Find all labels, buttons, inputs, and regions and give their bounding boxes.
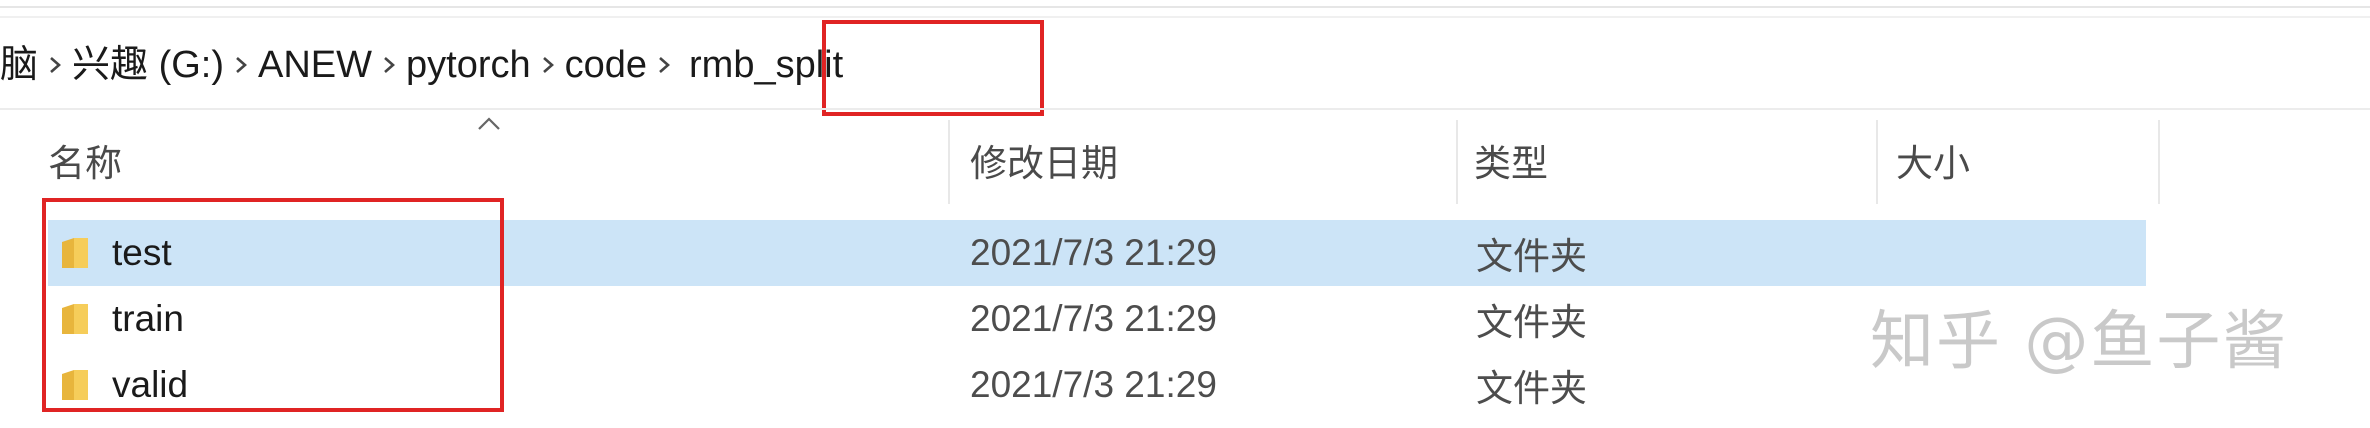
file-modified: 2021/7/3 21:29 — [970, 298, 1217, 339]
top-divider — [0, 6, 2370, 8]
breadcrumb: 电脑 兴趣 (G:) ANEW pytorch code rmb_split — [0, 22, 2370, 108]
top-divider-2 — [0, 16, 2370, 18]
header-divider — [0, 108, 2370, 110]
file-type: 文件夹 — [1476, 236, 1587, 277]
annotation-box-folders — [42, 198, 504, 412]
file-type: 文件夹 — [1476, 302, 1587, 343]
breadcrumb-item-drive[interactable]: 兴趣 (G:) — [72, 22, 224, 108]
file-modified: 2021/7/3 21:29 — [970, 232, 1217, 273]
column-size[interactable]: 大小 — [1896, 112, 1970, 208]
file-modified: 2021/7/3 21:29 — [970, 364, 1217, 405]
column-divider[interactable] — [948, 120, 950, 204]
breadcrumb-item-code[interactable]: code — [565, 22, 647, 108]
annotation-box-current-folder — [822, 20, 1044, 116]
column-modified[interactable]: 修改日期 — [970, 112, 1118, 208]
breadcrumb-item-anew[interactable]: ANEW — [258, 22, 372, 108]
sort-up-icon — [478, 117, 500, 130]
column-divider[interactable] — [2158, 120, 2160, 204]
chevron-right-icon[interactable] — [372, 22, 406, 108]
watermark: 知乎 @鱼子酱 — [1870, 305, 2289, 379]
column-divider[interactable] — [1876, 120, 1878, 204]
breadcrumb-item-current[interactable]: rmb_split — [689, 22, 843, 108]
chevron-right-icon[interactable] — [647, 22, 681, 108]
column-name[interactable]: 名称 — [48, 112, 122, 208]
column-type[interactable]: 类型 — [1474, 112, 1548, 208]
chevron-right-icon[interactable] — [38, 22, 72, 108]
breadcrumb-item-pytorch[interactable]: pytorch — [406, 22, 531, 108]
file-type: 文件夹 — [1476, 368, 1587, 409]
chevron-right-icon[interactable] — [531, 22, 565, 108]
column-header: 名称 修改日期 类型 大小 — [0, 112, 2370, 208]
chevron-right-icon[interactable] — [224, 22, 258, 108]
breadcrumb-item-pc[interactable]: 电脑 — [0, 22, 38, 108]
column-divider[interactable] — [1456, 120, 1458, 204]
